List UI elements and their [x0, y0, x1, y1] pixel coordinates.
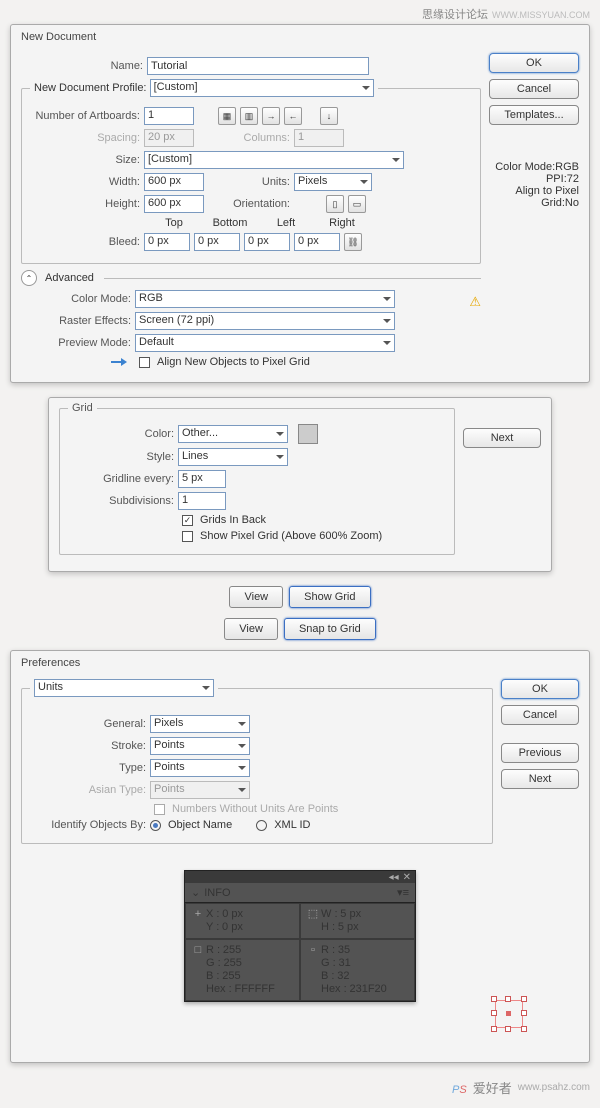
measure-icon: ⬚	[307, 908, 319, 921]
view-button-2[interactable]: View	[224, 618, 278, 640]
units-category-dropdown[interactable]: Units	[34, 679, 214, 697]
profile-dropdown[interactable]: [Custom]	[150, 79, 374, 97]
fill-color-cell: □R : 255 G : 255 B : 255 Hex : FFFFFF	[185, 939, 300, 1001]
stroke-color-cell: ▫R : 35 G : 31 B : 32 Hex : 231F20	[300, 939, 415, 1001]
prefs-cancel-button[interactable]: Cancel	[501, 705, 579, 725]
prefs-ok-button[interactable]: OK	[501, 679, 579, 699]
height-input[interactable]: 600 px	[144, 195, 204, 213]
grid-by-row-icon[interactable]: ▦	[218, 107, 236, 125]
view-button[interactable]: View	[229, 586, 283, 608]
stroke-units-dropdown[interactable]: Points	[150, 737, 250, 755]
arrow-hint-icon	[111, 357, 131, 367]
next-button[interactable]: Next	[463, 428, 541, 448]
prefs-previous-button[interactable]: Previous	[501, 743, 579, 763]
warning-icon: ⚠	[469, 294, 481, 310]
show-grid-button[interactable]: Show Grid	[289, 586, 370, 608]
arrange-row-icon[interactable]: →	[262, 107, 280, 125]
preview-dropdown[interactable]: Default	[135, 334, 395, 352]
name-input[interactable]	[147, 57, 369, 75]
prefs-title: Preferences	[11, 651, 589, 675]
dimension-cell: ⬚W : 5 px H : 5 px	[300, 903, 415, 939]
templates-button[interactable]: Templates...	[489, 105, 579, 125]
landscape-icon[interactable]: ▭	[348, 195, 366, 213]
arrange-col-icon[interactable]: ←	[284, 107, 302, 125]
general-units-dropdown[interactable]: Pixels	[150, 715, 250, 733]
grids-in-back-checkbox[interactable]: ✓	[182, 515, 193, 526]
button-row-2: View Snap to Grid	[10, 618, 590, 640]
grid-dialog: Grid Color:Other... Style:Lines Gridline…	[48, 397, 552, 572]
ps-logo: PS	[452, 1077, 467, 1098]
raster-dropdown[interactable]: Screen (72 ppi)	[135, 312, 395, 330]
name-label: Name:	[21, 60, 143, 72]
type-units-dropdown[interactable]: Points	[150, 759, 250, 777]
dialog-title: New Document	[11, 25, 589, 49]
crosshair-icon: +	[192, 908, 204, 921]
new-document-dialog: New Document Name: New Document Profile:…	[10, 24, 590, 383]
cancel-button[interactable]: Cancel	[489, 79, 579, 99]
snap-grid-button[interactable]: Snap to Grid	[284, 618, 376, 640]
columns-input: 1	[294, 129, 344, 147]
stroke-swatch-icon: ▫	[307, 944, 319, 957]
spacing-input: 20 px	[144, 129, 194, 147]
advanced-toggle[interactable]: ⌃	[21, 270, 37, 286]
gridline-every-input[interactable]: 5 px	[178, 470, 226, 488]
grid-fieldset: Grid Color:Other... Style:Lines Gridline…	[59, 402, 455, 555]
numbers-checkbox	[154, 804, 165, 815]
grid-color-swatch[interactable]	[298, 424, 318, 444]
bleed-bottom[interactable]: 0 px	[194, 233, 240, 251]
link-bleed-icon[interactable]: ⛓	[344, 233, 362, 251]
panel-menu-icon[interactable]: ▾≡	[397, 886, 409, 899]
info-text: Color Mode:RGBPPI:72Align to Pixel Grid:…	[489, 161, 579, 209]
button-row-1: View Show Grid	[10, 586, 590, 608]
fill-swatch-icon: □	[192, 944, 204, 957]
panel-close-icon[interactable]: ✕	[403, 872, 411, 883]
xml-id-radio[interactable]	[256, 820, 267, 831]
info-panel: ◂◂✕ ⌄INFO▾≡ +X : 0 px Y : 0 px ⬚W : 5 px…	[184, 870, 416, 1002]
prefs-next-button[interactable]: Next	[501, 769, 579, 789]
expand-icon[interactable]: ⌄	[191, 886, 200, 899]
grid-color-dropdown[interactable]: Other...	[178, 425, 288, 443]
bleed-right[interactable]: 0 px	[294, 233, 340, 251]
grid-style-dropdown[interactable]: Lines	[178, 448, 288, 466]
bleed-left[interactable]: 0 px	[244, 233, 290, 251]
artboards-input[interactable]: 1	[144, 107, 194, 125]
units-fieldset: Units General:Pixels Stroke:Points Type:…	[21, 679, 493, 844]
profile-fieldset: New Document Profile: [Custom] Number of…	[21, 79, 481, 264]
footer: PS 爱好者 www.psahz.com	[10, 1077, 590, 1098]
object-name-radio[interactable]	[150, 820, 161, 831]
watermark: 思缘设计论坛WWW.MISSYUAN.COM	[10, 6, 590, 22]
subdivisions-input[interactable]: 1	[178, 492, 226, 510]
units-dropdown[interactable]: Pixels	[294, 173, 372, 191]
selection-preview	[491, 996, 527, 1032]
colormode-dropdown[interactable]: RGB	[135, 290, 395, 308]
preferences-dialog: Preferences Units General:Pixels Stroke:…	[10, 650, 590, 1063]
arrange-rtl-icon[interactable]: ↓	[320, 107, 338, 125]
position-cell: +X : 0 px Y : 0 px	[185, 903, 300, 939]
ok-button[interactable]: OK	[489, 53, 579, 73]
asian-type-dropdown: Points	[150, 781, 250, 799]
grid-by-col-icon[interactable]: ▥	[240, 107, 258, 125]
pixel-grid-checkbox[interactable]	[182, 531, 193, 542]
panel-collapse-icon[interactable]: ◂◂	[389, 872, 399, 883]
bleed-top[interactable]: 0 px	[144, 233, 190, 251]
size-dropdown[interactable]: [Custom]	[144, 151, 404, 169]
width-input[interactable]: 600 px	[144, 173, 204, 191]
align-pixel-checkbox[interactable]	[139, 357, 150, 368]
portrait-icon[interactable]: ▯	[326, 195, 344, 213]
